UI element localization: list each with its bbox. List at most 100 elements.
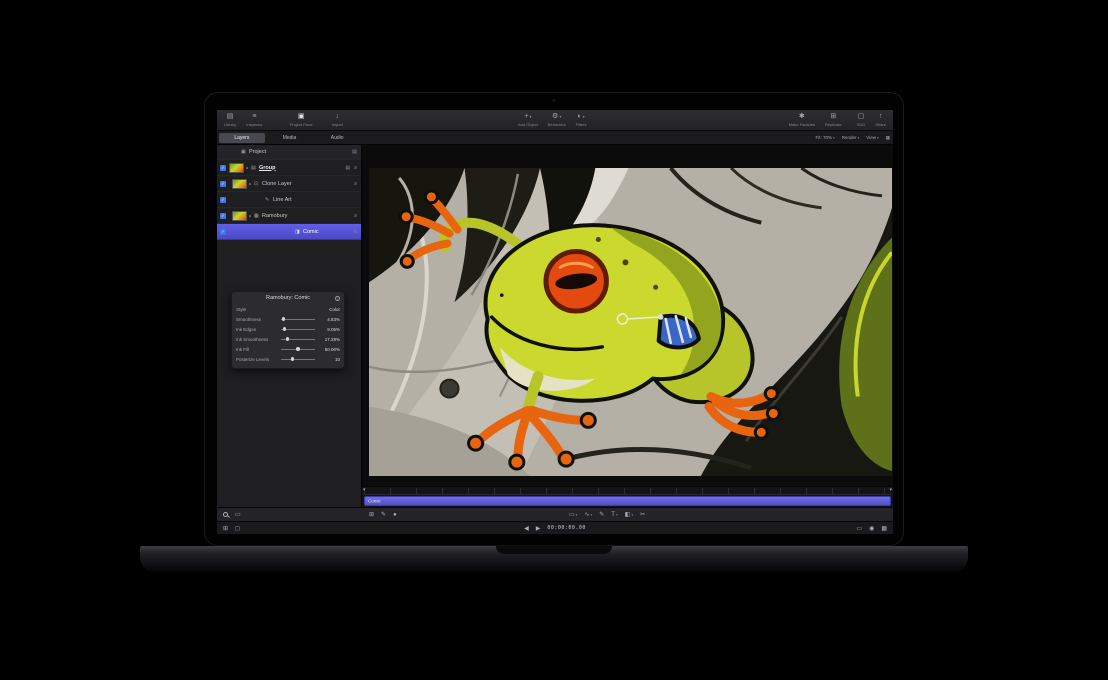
search-icon[interactable]	[223, 512, 228, 517]
tab-bar: Layers Media Audio Fit: 70%▾ Render▾ Vie…	[217, 131, 893, 145]
ink-smoothness-slider[interactable]	[281, 337, 315, 341]
zoom-fit-dropdown[interactable]: Fit: 70%▾	[815, 135, 834, 140]
ink-edges-slider[interactable]	[281, 327, 315, 331]
row-actions[interactable]: ≡	[354, 213, 357, 219]
mini-timeline: ▾ ▾ Comic	[362, 486, 893, 507]
disclosure-triangle-icon[interactable]: ▾	[249, 213, 251, 218]
layer-row-ramobury[interactable]: ✓ ▾ ▦ Ramobury ≡	[217, 208, 361, 224]
timeline-clip-comic[interactable]: Comic	[364, 496, 891, 506]
library-button[interactable]: ▤ Library	[224, 112, 236, 127]
audio-mute-icon[interactable]: ◉	[869, 525, 874, 532]
project-pane-button[interactable]: ▣ Project Pane	[290, 112, 313, 127]
layer-checkbox[interactable]: ✓	[220, 213, 226, 219]
text-tool-icon[interactable]: T▾	[611, 512, 617, 518]
layer-label: Line Art	[273, 197, 292, 203]
pane-icon: ▤	[352, 149, 357, 155]
disclosure-triangle-icon[interactable]: ▾	[246, 165, 248, 170]
in-point-marker-icon[interactable]: ▾	[363, 487, 366, 494]
hud-button[interactable]: ▢ HUD	[857, 112, 866, 127]
previous-frame-icon[interactable]: ◀	[524, 525, 529, 532]
make-particles-button[interactable]: ✱ Make Particles	[789, 112, 815, 127]
chevron-down-icon: ▾	[858, 136, 860, 140]
inspector-button[interactable]: ≡ Inspector	[246, 112, 262, 127]
layer-checkbox[interactable]: ✓	[220, 197, 226, 203]
info-icon[interactable]: i	[335, 296, 341, 302]
hud-icon: ▢	[858, 112, 865, 121]
import-button[interactable]: ↓ Import	[332, 112, 343, 127]
replicate-button[interactable]: ⊞ Replicate	[825, 112, 842, 127]
panel-tools-group: ▭	[223, 508, 241, 521]
add-object-icon: +▾	[524, 112, 531, 121]
param-value: 17.28%	[318, 337, 340, 342]
canvas-viewport[interactable]	[369, 168, 892, 476]
row-actions[interactable]: ≡	[354, 181, 357, 187]
row-actions[interactable]: ▤≡	[345, 165, 357, 171]
show-timeline-icon[interactable]: ⊞	[223, 525, 228, 532]
library-icon: ▤	[227, 112, 234, 121]
fill-tool-icon[interactable]: ●	[393, 512, 397, 518]
behaviors-button[interactable]: ⚙▾ Behaviors	[548, 112, 566, 127]
keyboard-icon[interactable]: ▦	[881, 525, 887, 532]
view-controls: Fit: 70%▾ Render▾ View▾ ▦	[815, 131, 890, 144]
layer-checkbox[interactable]: ✓	[220, 165, 226, 171]
tab-audio[interactable]: Audio	[314, 133, 360, 143]
smoothness-slider[interactable]	[281, 317, 315, 321]
tab-layers[interactable]: Layers	[219, 133, 265, 143]
layer-checkbox[interactable]: ✓	[220, 229, 226, 235]
play-icon[interactable]: ▶	[536, 525, 541, 532]
options-icon: ≡	[354, 229, 357, 235]
shape-tool-icon[interactable]: ▭▾	[569, 511, 577, 518]
timeline-ruler[interactable]	[364, 488, 891, 495]
layer-row-project[interactable]: ▣ Project ▤	[217, 145, 361, 160]
grid-toggle-icon[interactable]: ⊞	[369, 511, 374, 518]
hud-param-ink-edges: Ink Edges 9.05%	[236, 324, 340, 334]
hud-panel[interactable]: Ramobury: Comic i Style Color Smoothness…	[231, 291, 345, 369]
render-dropdown[interactable]: Render▾	[842, 135, 860, 140]
replicate-label: Replicate	[825, 122, 842, 127]
layer-row-comic-selected[interactable]: ✓ ◨ Comic ≡	[217, 224, 361, 240]
tab-media[interactable]: Media	[267, 133, 313, 143]
chevron-down-icon: ▾	[559, 112, 561, 121]
options-icon: ≡	[354, 213, 357, 219]
share-button[interactable]: ↑ Share	[875, 112, 886, 127]
layer-checkbox[interactable]: ✓	[220, 181, 226, 187]
mask-tool-icon[interactable]: ◧▾	[625, 511, 633, 518]
main-toolbar: ▤ Library ≡ Inspector ▣ Project Pane ↓ I…	[217, 110, 893, 131]
paint-tool-icon[interactable]: ✎	[381, 511, 386, 518]
layer-row-group[interactable]: ✓ ▾ ▤ Group ▤≡	[217, 160, 361, 176]
chevron-down-icon: ▾	[583, 112, 585, 121]
motion-app-window: ▤ Library ≡ Inspector ▣ Project Pane ↓ I…	[217, 110, 893, 534]
shape-tools-group: ▭▾ ∿▾ ✎ T▾ ◧▾ ✂	[569, 508, 645, 521]
param-value: 9.05%	[318, 327, 340, 332]
webcam-icon	[553, 99, 556, 102]
curve-tool-icon[interactable]: ∿▾	[584, 511, 592, 518]
pan-tool-icon[interactable]: ▭	[235, 511, 241, 518]
slice-tool-icon[interactable]: ✂	[640, 511, 645, 518]
disclosure-triangle-icon[interactable]: ▾	[249, 181, 251, 186]
options-icon: ≡	[354, 165, 357, 171]
layer-label: Group	[259, 165, 276, 171]
ink-fill-slider[interactable]	[281, 347, 315, 351]
share-label: Share	[875, 122, 886, 127]
out-point-marker-icon[interactable]: ▾	[889, 487, 892, 494]
param-value[interactable]: Color	[318, 307, 340, 312]
view-dropdown[interactable]: View▾	[866, 135, 878, 140]
layer-label: Clone Layer	[262, 181, 292, 187]
posterize-levels-slider[interactable]	[281, 357, 315, 361]
param-label: Posterize Levels	[236, 357, 278, 362]
layer-row-line-art[interactable]: ✓ ✎ Line Art	[217, 192, 361, 208]
pen-tool-icon[interactable]: ✎	[599, 511, 604, 518]
line-art-icon: ✎	[265, 197, 269, 203]
layer-row-clone-layer[interactable]: ✓ ▾ ⊡ Clone Layer ≡	[217, 176, 361, 192]
layout-grid-icon[interactable]: ▦	[886, 135, 890, 141]
chevron-down-icon: ▾	[529, 112, 531, 121]
canvas-area[interactable]	[362, 145, 893, 486]
display-icon[interactable]: ▭	[856, 525, 862, 532]
add-object-button[interactable]: +▾ Add Object	[518, 112, 538, 127]
show-audio-icon[interactable]: ◻	[235, 525, 240, 532]
project-pane-label: Project Pane	[290, 122, 313, 127]
chevron-down-icon: ▾	[877, 136, 879, 140]
row-actions[interactable]: ≡	[354, 229, 357, 235]
row-actions[interactable]: ▤	[352, 149, 357, 155]
filters-button[interactable]: ◐▾ Filters	[576, 112, 587, 127]
